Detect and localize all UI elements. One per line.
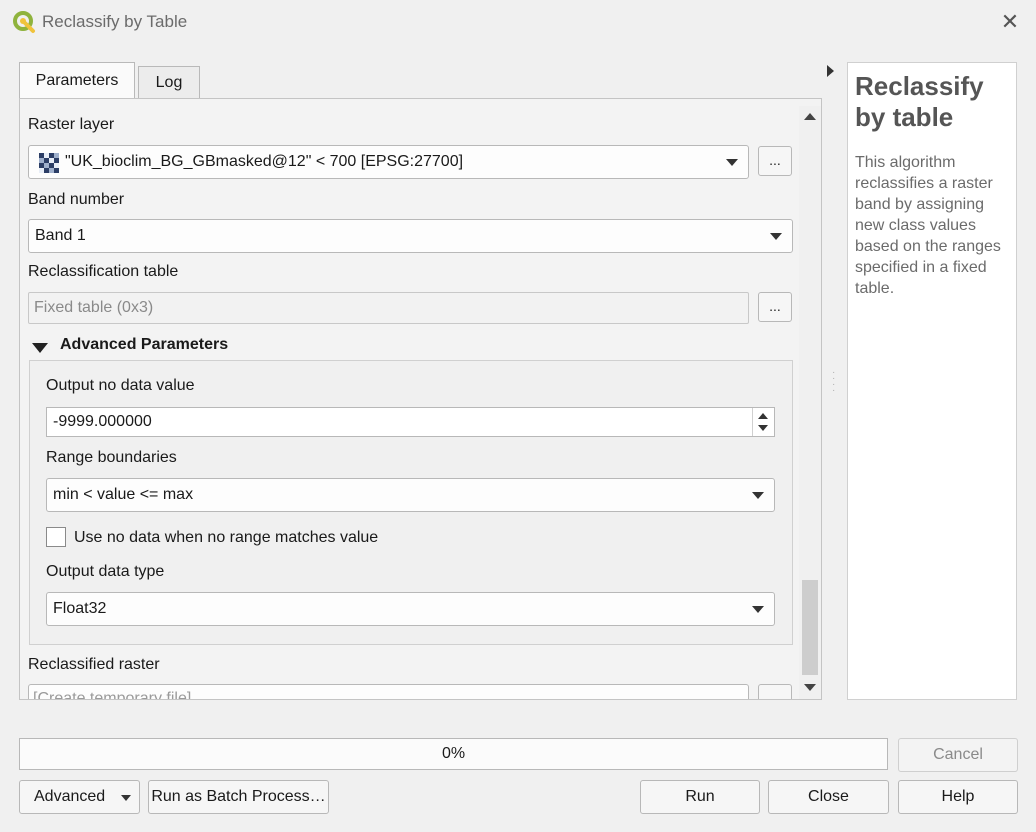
- advanced-button[interactable]: Advanced: [19, 780, 140, 814]
- cancel-button[interactable]: Cancel: [898, 738, 1018, 772]
- chevron-down-icon: [770, 233, 782, 240]
- band-number-combo[interactable]: Band 1: [28, 219, 793, 253]
- advanced-button-label: Advanced: [34, 788, 106, 805]
- progress-bar: 0%: [19, 738, 888, 770]
- reclassification-table-field: Fixed table (0x3): [28, 292, 749, 324]
- output-data-type-label: Output data type: [46, 563, 165, 580]
- band-number-label: Band number: [28, 191, 125, 208]
- output-data-type-combo[interactable]: Float32: [46, 592, 775, 626]
- spin-up-icon[interactable]: [758, 413, 768, 419]
- close-icon[interactable]: ✕: [996, 8, 1024, 36]
- help-description: This algorithm reclassifies a raster ban…: [855, 154, 1001, 297]
- range-boundaries-label: Range boundaries: [46, 449, 177, 466]
- run-as-batch-button[interactable]: Run as Batch Process…: [148, 780, 329, 814]
- help-pane: Reclassify by table This algorithm recla…: [847, 62, 1017, 700]
- spin-down-icon[interactable]: [758, 425, 768, 431]
- band-number-value: Band 1: [35, 227, 86, 244]
- output-no-data-value: -9999.000000: [53, 413, 152, 430]
- help-title: Reclassify by table: [855, 71, 984, 132]
- advanced-parameters-header[interactable]: Advanced Parameters: [60, 336, 228, 354]
- tab-parameters[interactable]: Parameters: [19, 62, 135, 100]
- reclassified-raster-placeholder: [Create temporary file]: [33, 690, 192, 699]
- chevron-down-icon: [752, 492, 764, 499]
- raster-layer-value: "UK_bioclim_BG_GBmasked@12" < 700 [EPSG:…: [65, 153, 464, 170]
- raster-layer-icon: [39, 153, 59, 173]
- use-no-data-label[interactable]: Use no data when no range matches value: [74, 529, 378, 547]
- reclassification-table-label: Reclassification table: [28, 263, 179, 280]
- output-no-data-spinbox[interactable]: -9999.000000: [46, 407, 775, 437]
- scroll-down-icon[interactable]: [804, 684, 816, 691]
- progress-text: 0%: [441, 745, 466, 762]
- window-title: Reclassify by Table: [42, 12, 188, 31]
- chevron-down-icon: [752, 606, 764, 613]
- range-boundaries-value: min < value <= max: [53, 486, 194, 503]
- range-boundaries-combo[interactable]: min < value <= max: [46, 478, 775, 512]
- collapse-help-icon[interactable]: [827, 65, 834, 77]
- tab-log[interactable]: Log: [138, 66, 200, 100]
- splitter-handle[interactable]: · · · ·: [832, 368, 836, 400]
- close-button[interactable]: Close: [768, 780, 889, 814]
- spinbox-buttons[interactable]: [752, 408, 774, 436]
- reclassified-raster-field[interactable]: [Create temporary file]: [28, 684, 749, 699]
- expand-triangle-icon[interactable]: [32, 343, 48, 353]
- reclassification-table-value: Fixed table (0x3): [34, 299, 154, 316]
- scrollbar-thumb[interactable]: [802, 580, 818, 675]
- reclassification-table-browse-button[interactable]: ...: [758, 292, 792, 322]
- use-no-data-checkbox[interactable]: [46, 527, 66, 547]
- reclassified-raster-clip: [Create temporary file]: [20, 684, 799, 699]
- scroll-up-icon[interactable]: [804, 113, 816, 120]
- output-no-data-label: Output no data value: [46, 377, 195, 394]
- chevron-down-icon: [726, 159, 738, 166]
- qgis-logo-icon: [12, 10, 36, 34]
- raster-layer-browse-button[interactable]: ...: [758, 146, 792, 176]
- help-button[interactable]: Help: [898, 780, 1018, 814]
- reclassified-raster-browse-button[interactable]: [758, 684, 792, 699]
- output-data-type-value: Float32: [53, 600, 107, 617]
- raster-layer-label: Raster layer: [28, 116, 115, 133]
- run-button[interactable]: Run: [640, 780, 760, 814]
- chevron-down-icon: [121, 795, 131, 801]
- reclassified-raster-label: Reclassified raster: [28, 656, 160, 673]
- raster-layer-combo[interactable]: "UK_bioclim_BG_GBmasked@12" < 700 [EPSG:…: [28, 145, 749, 179]
